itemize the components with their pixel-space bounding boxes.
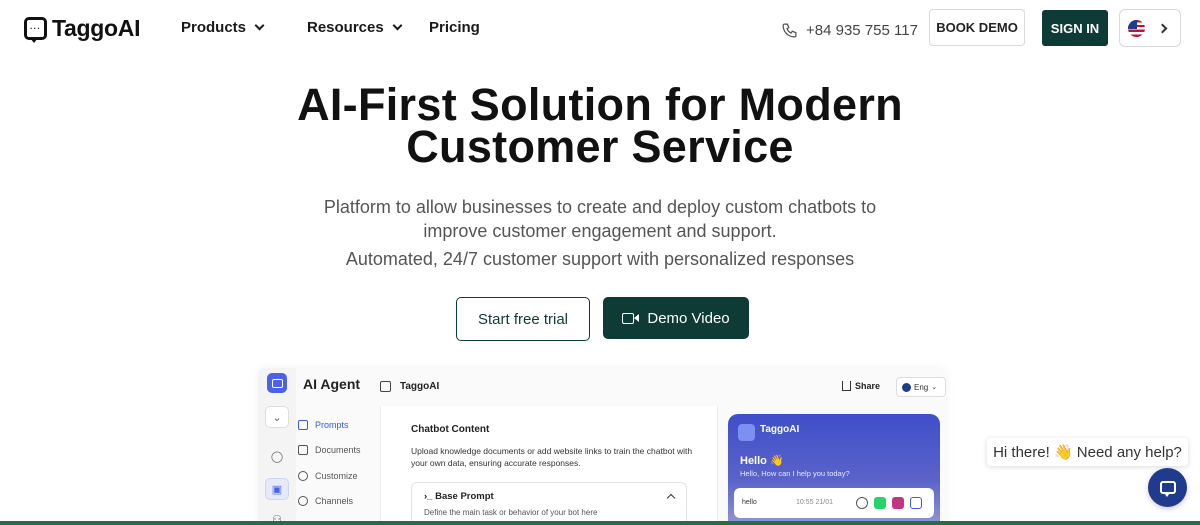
top-nav: ··· TaggoAI Products Resources Pricing +… bbox=[0, 0, 1200, 56]
base-prompt-title: ›_ Base Prompt bbox=[424, 491, 494, 502]
help-bubble[interactable]: Hi there! 👋 Need any help? bbox=[987, 438, 1188, 466]
nav-pricing[interactable]: Pricing bbox=[429, 19, 480, 36]
hero-subtitle: Platform to allow businesses to create a… bbox=[0, 195, 1200, 243]
hero-title: AI-First Solution for Modern Customer Se… bbox=[0, 79, 1200, 172]
menu-item-customize[interactable]: Customize bbox=[298, 471, 378, 481]
channels-icon bbox=[298, 496, 308, 506]
messenger-icon bbox=[856, 497, 868, 509]
documents-icon bbox=[298, 445, 308, 455]
start-trial-button[interactable]: Start free trial bbox=[456, 297, 590, 341]
whatsapp-icon bbox=[874, 497, 886, 509]
demo-video-button[interactable]: Demo Video bbox=[603, 297, 749, 339]
base-prompt-description: Define the main task or behavior of your… bbox=[424, 508, 598, 517]
nav-resources[interactable]: Resources bbox=[307, 19, 403, 36]
phone-icon bbox=[782, 23, 797, 38]
menu-item-documents[interactable]: Documents bbox=[298, 445, 378, 455]
hero-tagline: Automated, 24/7 customer support with pe… bbox=[345, 249, 855, 269]
language-label: Eng bbox=[914, 382, 929, 392]
chevron-down-icon bbox=[254, 20, 265, 31]
brand-name: TaggoAI bbox=[52, 15, 141, 41]
brand-logo[interactable]: ··· TaggoAI bbox=[24, 15, 141, 43]
logo-icon: ··· bbox=[24, 17, 47, 43]
chat-greeting: Hello 👋 bbox=[740, 455, 784, 467]
hero-subtitle-line2: improve customer engagement and support. bbox=[423, 221, 777, 241]
language-selector[interactable] bbox=[1119, 9, 1181, 47]
preview-topbar: TaggoAI Share Eng ⌄ bbox=[380, 368, 946, 406]
phone-number: +84 935 755 117 bbox=[806, 22, 918, 39]
hero-title-line1: AI-First Solution for Modern bbox=[297, 79, 903, 130]
chevron-down-icon bbox=[392, 20, 403, 31]
chevron-right-icon bbox=[1157, 23, 1168, 33]
uk-flag-icon bbox=[902, 382, 911, 392]
app-preview: ⌄ ◯ ▣ ⚇ AI Agent Prompts Documents Custo… bbox=[258, 368, 946, 525]
chat-bubble-icon[interactable]: ◯ bbox=[265, 445, 289, 467]
chat-help-text: Hello, How can I help you today? bbox=[740, 469, 850, 478]
chatbot-content-panel: Chatbot Content Upload knowledge documen… bbox=[380, 406, 718, 525]
nav-products[interactable]: Products bbox=[181, 19, 265, 36]
hero-title-line2: Customer Service bbox=[406, 121, 794, 172]
prompts-icon bbox=[298, 420, 308, 430]
menu-item-label: Channels bbox=[315, 496, 354, 506]
menu-item-channels[interactable]: Channels bbox=[298, 496, 378, 506]
app-logo-icon bbox=[267, 373, 287, 393]
preview-title: AI Agent bbox=[303, 376, 361, 392]
chat-message: hello 10:55 21/01 bbox=[734, 488, 934, 518]
video-camera-icon bbox=[622, 312, 640, 324]
nav-pricing-label: Pricing bbox=[429, 19, 480, 36]
chat-message-time: 10:55 21/01 bbox=[796, 499, 833, 506]
chat-launcher-button[interactable] bbox=[1148, 468, 1187, 507]
chat-message-text: hello bbox=[742, 499, 757, 506]
terminal-icon: ›_ bbox=[424, 491, 436, 502]
preview-icon-rail: ⌄ ◯ ▣ ⚇ bbox=[258, 368, 296, 525]
sidebar-toggle-icon[interactable] bbox=[380, 381, 391, 392]
book-demo-button[interactable]: BOOK DEMO bbox=[929, 9, 1025, 46]
menu-item-label: Prompts bbox=[315, 420, 349, 430]
chat-bot-name: TaggoAI bbox=[760, 424, 800, 435]
preview-language-select[interactable]: Eng ⌄ bbox=[896, 377, 946, 397]
share-button[interactable]: Share bbox=[842, 381, 880, 391]
base-prompt-title-text: Base Prompt bbox=[435, 491, 494, 502]
nav-resources-label: Resources bbox=[307, 19, 384, 36]
base-prompt-card[interactable]: ›_ Base Prompt Define the main task or b… bbox=[411, 482, 687, 525]
phone-link[interactable]: +84 935 755 117 bbox=[781, 22, 918, 39]
demo-video-label: Demo Video bbox=[647, 309, 730, 327]
menu-item-prompts[interactable]: Prompts bbox=[298, 420, 378, 430]
chevron-up-icon[interactable] bbox=[666, 493, 676, 503]
bot-icon[interactable]: ▣ bbox=[265, 478, 289, 500]
share-label: Share bbox=[855, 381, 881, 391]
customize-icon bbox=[298, 471, 308, 481]
chat-logo-icon bbox=[738, 424, 755, 441]
nav-products-label: Products bbox=[181, 19, 247, 36]
chat-icon bbox=[1159, 481, 1176, 497]
sign-in-button[interactable]: SIGN IN bbox=[1042, 10, 1108, 46]
menu-item-label: Documents bbox=[315, 445, 361, 455]
collapse-chevron-icon[interactable]: ⌄ bbox=[265, 406, 289, 428]
share-icon bbox=[842, 381, 851, 391]
instagram-icon bbox=[892, 497, 904, 509]
chat-widget-preview: TaggoAI Hello 👋 Hello, How can I help yo… bbox=[728, 414, 940, 525]
hero-subtitle-line1: Platform to allow businesses to create a… bbox=[323, 197, 877, 217]
menu-item-label: Customize bbox=[315, 471, 358, 481]
chevron-down-icon: ⌄ bbox=[931, 384, 938, 391]
bottom-edge-bar bbox=[0, 521, 1200, 525]
us-flag-icon bbox=[1128, 19, 1145, 37]
agent-name: TaggoAI bbox=[400, 381, 440, 392]
chat-channel-icon bbox=[910, 497, 922, 509]
content-heading: Chatbot Content bbox=[411, 424, 490, 435]
content-description: Upload knowledge documents or add websit… bbox=[411, 446, 693, 468]
